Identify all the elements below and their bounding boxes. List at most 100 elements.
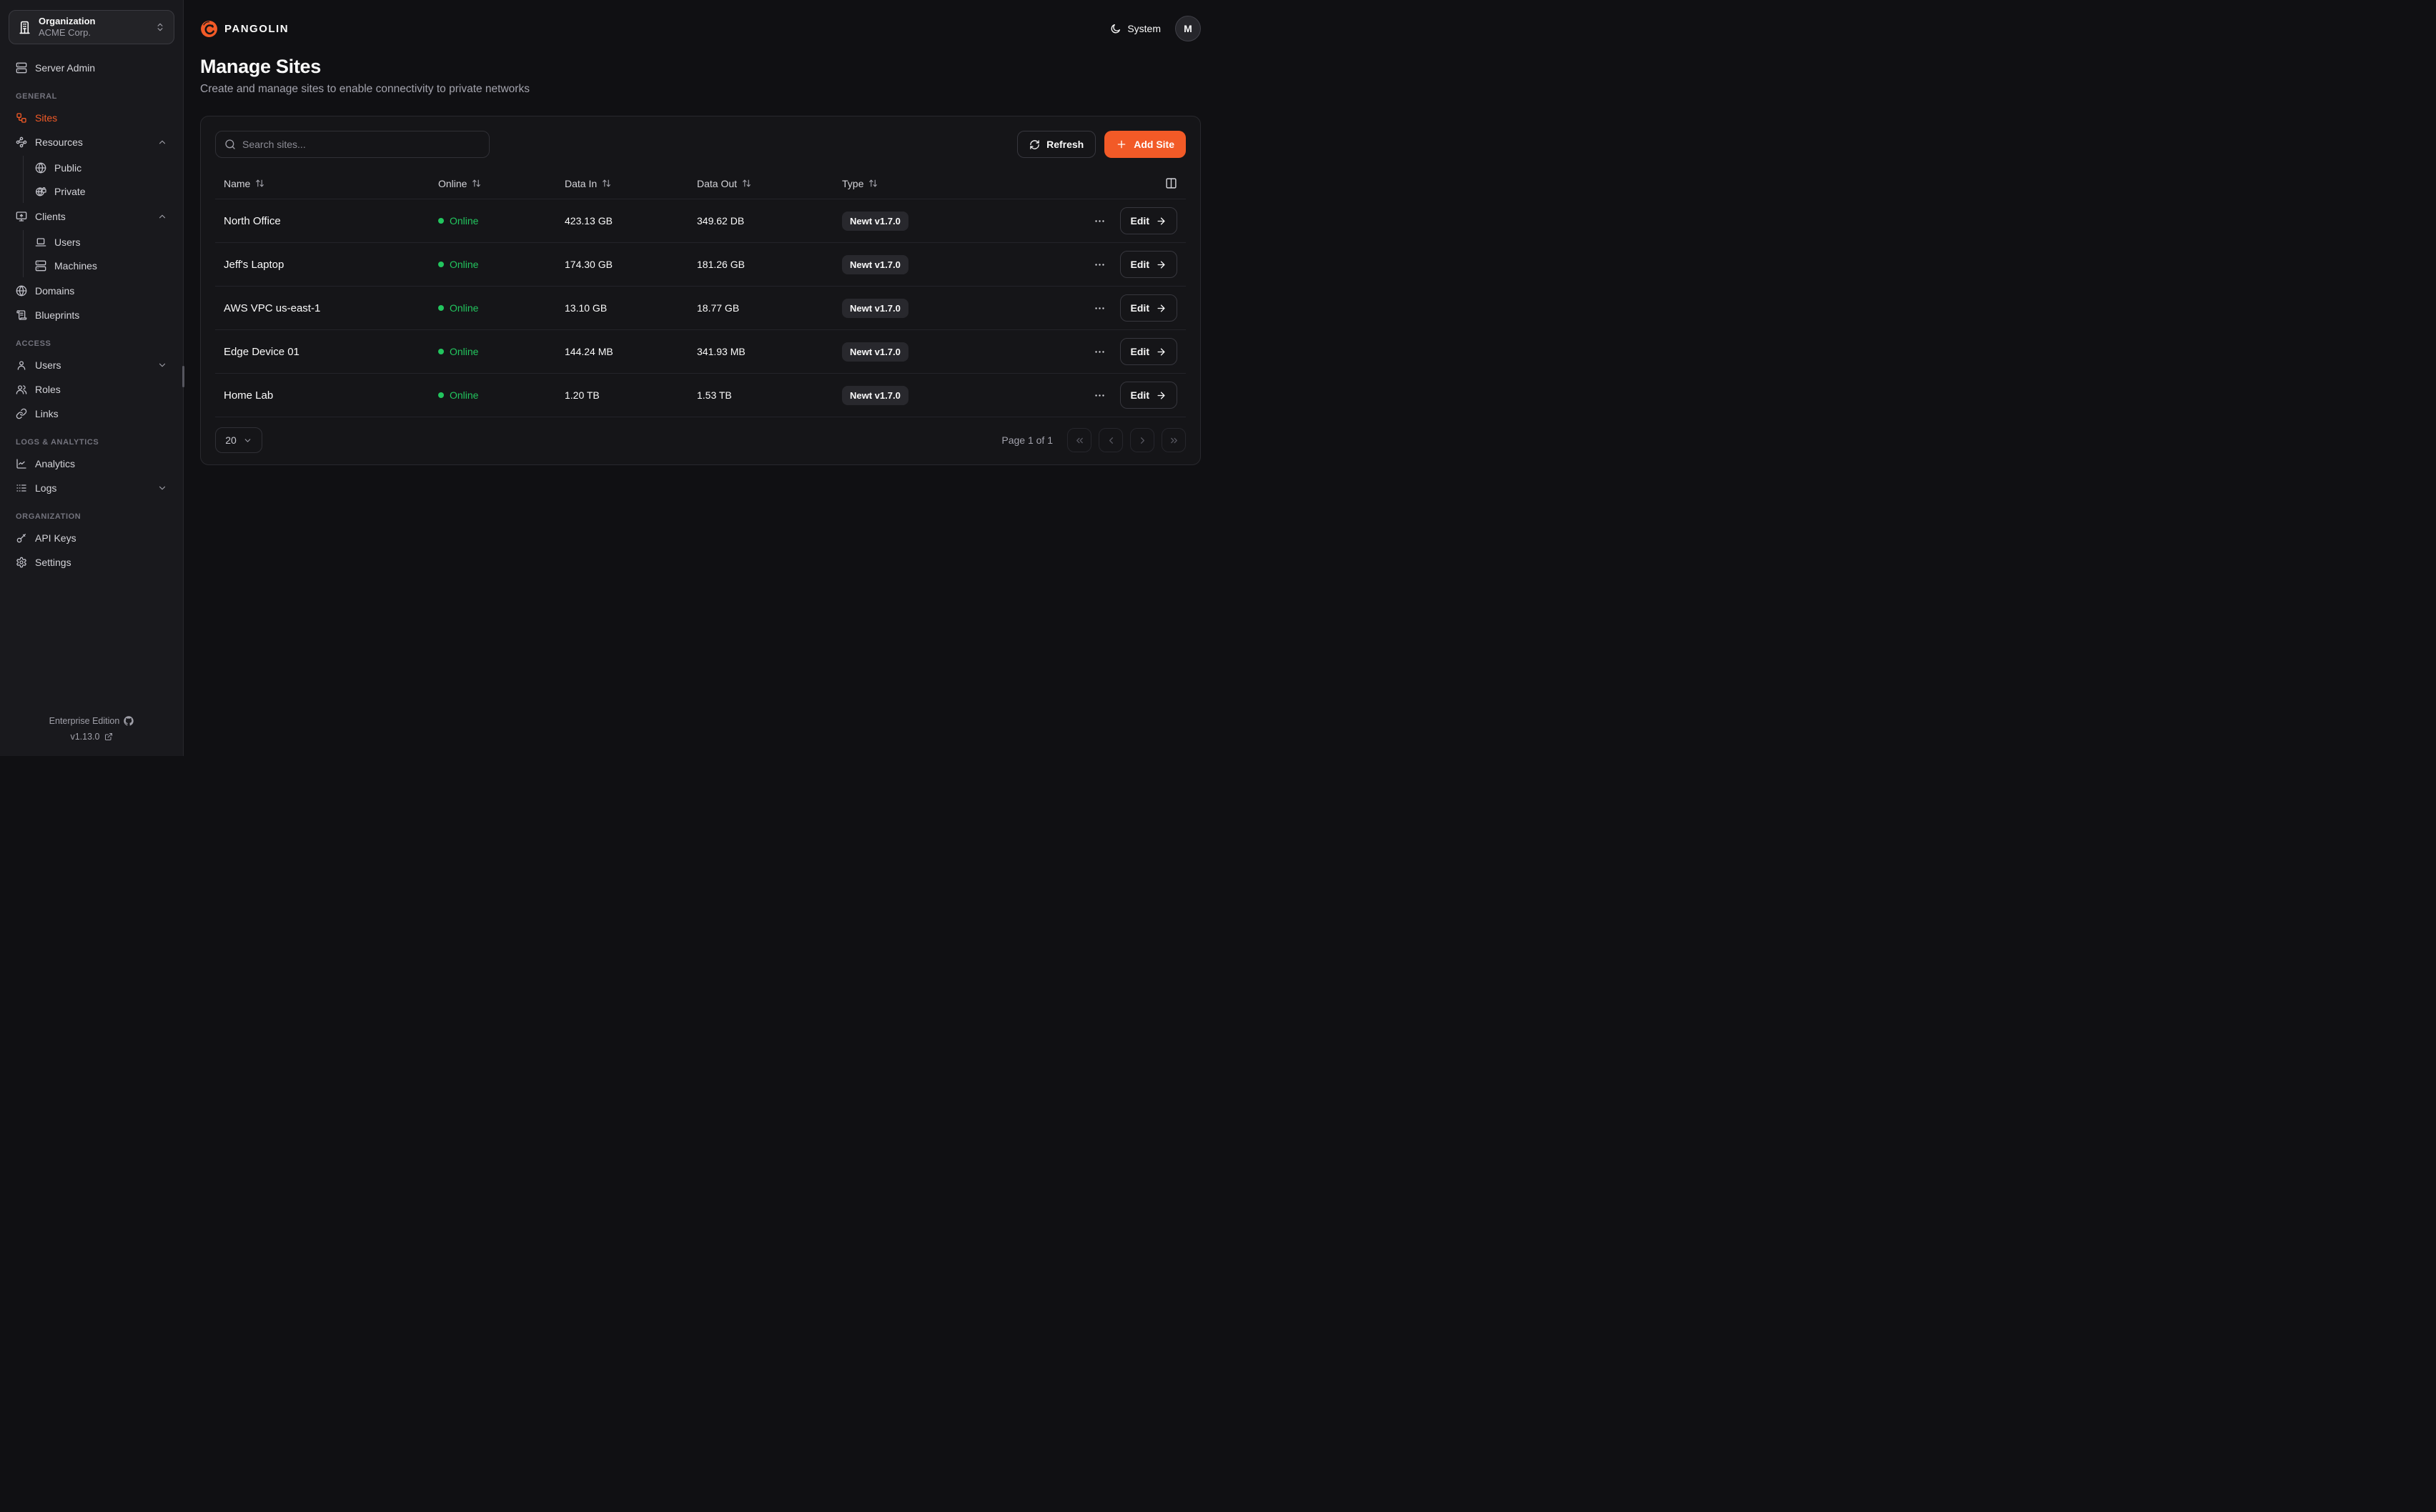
page-size-select[interactable]: 20 xyxy=(215,427,262,453)
edition-link[interactable]: Enterprise Edition xyxy=(9,716,174,726)
refresh-icon xyxy=(1029,139,1040,150)
data-in: 1.20 TB xyxy=(565,389,697,401)
sidebar-item-machines[interactable]: Machines xyxy=(28,254,174,277)
column-header-data-out[interactable]: Data Out xyxy=(697,178,842,189)
last-page-button[interactable] xyxy=(1162,428,1186,452)
sidebar-item-settings[interactable]: Settings xyxy=(9,550,174,575)
sidebar-item-api-keys[interactable]: API Keys xyxy=(9,526,174,550)
column-header-online[interactable]: Online xyxy=(438,178,565,189)
refresh-label: Refresh xyxy=(1046,139,1084,150)
page-subtitle: Create and manage sites to enable connec… xyxy=(200,83,1201,96)
sidebar-item-resources[interactable]: Resources xyxy=(9,130,174,154)
sidebar-item-label: Logs xyxy=(35,482,56,494)
section-title-general: GENERAL xyxy=(16,92,167,101)
sidebar-item-label: Users xyxy=(54,237,81,248)
external-link-icon xyxy=(104,732,113,741)
chevron-right-icon xyxy=(1137,435,1148,446)
sidebar-item-clients[interactable]: Clients xyxy=(9,204,174,229)
topbar-right: System M xyxy=(1110,16,1201,41)
sites-toolbar: Refresh Add Site xyxy=(215,131,1186,158)
monitor-up-icon xyxy=(16,211,27,222)
edit-button[interactable]: Edit xyxy=(1120,294,1177,322)
row-menu-button[interactable] xyxy=(1091,256,1109,274)
edit-button[interactable]: Edit xyxy=(1120,207,1177,234)
column-header-name[interactable]: Name xyxy=(224,178,438,189)
sidebar-item-label: Settings xyxy=(35,557,71,568)
ellipsis-icon xyxy=(1094,259,1106,271)
sidebar-item-server-admin[interactable]: Server Admin xyxy=(9,56,174,80)
sidebar-item-label: Links xyxy=(35,408,59,419)
online-dot-icon xyxy=(438,392,444,398)
column-header-data-in[interactable]: Data In xyxy=(565,178,697,189)
edit-button[interactable]: Edit xyxy=(1120,382,1177,409)
gear-icon xyxy=(16,557,27,568)
theme-toggle[interactable]: System xyxy=(1110,23,1161,34)
prev-page-button[interactable] xyxy=(1099,428,1123,452)
site-name: North Office xyxy=(224,215,438,227)
first-page-button[interactable] xyxy=(1067,428,1091,452)
data-in: 144.24 MB xyxy=(565,346,697,357)
status-badge: Online xyxy=(450,215,478,227)
sidebar-item-label: Resources xyxy=(35,136,83,148)
sidebar-item-sites[interactable]: Sites xyxy=(9,106,174,130)
sidebar-item-users[interactable]: Users xyxy=(9,353,174,377)
avatar[interactable]: M xyxy=(1175,16,1201,41)
sidebar-item-analytics[interactable]: Analytics xyxy=(9,452,174,476)
brand-name: PANGOLIN xyxy=(224,23,289,35)
sidebar-item-client-users[interactable]: Users xyxy=(28,230,174,254)
edit-button[interactable]: Edit xyxy=(1120,338,1177,365)
user-icon xyxy=(16,359,27,371)
sidebar-item-domains[interactable]: Domains xyxy=(9,279,174,303)
sidebar-resize-handle[interactable] xyxy=(182,366,184,387)
plus-icon xyxy=(1116,139,1127,150)
edit-label: Edit xyxy=(1131,389,1149,401)
row-menu-button[interactable] xyxy=(1091,343,1109,361)
section-title-access: ACCESS xyxy=(16,339,167,348)
online-dot-icon xyxy=(438,349,444,354)
data-out: 181.26 GB xyxy=(697,259,842,270)
globe-lock-icon xyxy=(35,186,46,197)
chevrons-left-icon xyxy=(1074,435,1085,446)
search-input[interactable] xyxy=(242,139,480,150)
add-site-button[interactable]: Add Site xyxy=(1104,131,1186,158)
sidebar-item-blueprints[interactable]: Blueprints xyxy=(9,303,174,327)
sidebar-item-links[interactable]: Links xyxy=(9,402,174,426)
moon-icon xyxy=(1110,23,1122,34)
sidebar-item-label: Private xyxy=(54,186,86,197)
edit-button[interactable]: Edit xyxy=(1120,251,1177,278)
chevron-down-icon xyxy=(157,360,167,370)
search-box xyxy=(215,131,490,158)
version-link[interactable]: v1.13.0 xyxy=(9,732,174,742)
arrow-right-icon xyxy=(1156,390,1167,401)
data-out: 349.62 DB xyxy=(697,215,842,227)
sidebar-item-label: Domains xyxy=(35,285,74,297)
github-icon xyxy=(124,716,134,726)
sidebar-item-logs[interactable]: Logs xyxy=(9,476,174,500)
sidebar-item-public[interactable]: Public xyxy=(28,156,174,179)
row-menu-button[interactable] xyxy=(1091,387,1109,404)
chevron-up-icon xyxy=(157,137,167,147)
data-out: 341.93 MB xyxy=(697,346,842,357)
chart-line-icon xyxy=(16,458,27,469)
sidebar-item-roles[interactable]: Roles xyxy=(9,377,174,402)
org-switcher-value: ACME Corp. xyxy=(39,27,148,39)
clients-subgroup: Users Machines xyxy=(23,230,174,277)
sidebar-item-label: Server Admin xyxy=(35,62,95,74)
search-icon xyxy=(224,139,236,150)
site-name: Home Lab xyxy=(224,389,438,402)
column-header-type[interactable]: Type xyxy=(842,178,1087,189)
org-switcher[interactable]: Organization ACME Corp. xyxy=(9,10,174,44)
column-label: Name xyxy=(224,178,250,189)
status-badge: Online xyxy=(450,389,478,401)
row-menu-button[interactable] xyxy=(1091,212,1109,230)
row-menu-button[interactable] xyxy=(1091,299,1109,317)
data-in: 13.10 GB xyxy=(565,302,697,314)
refresh-button[interactable]: Refresh xyxy=(1017,131,1096,158)
arrow-right-icon xyxy=(1156,259,1167,270)
sidebar-item-private[interactable]: Private xyxy=(28,179,174,203)
next-page-button[interactable] xyxy=(1130,428,1154,452)
column-visibility-button[interactable] xyxy=(1165,177,1177,189)
arrow-right-icon xyxy=(1156,347,1167,357)
type-badge: Newt v1.7.0 xyxy=(842,386,908,405)
sidebar-item-label: Machines xyxy=(54,260,97,272)
